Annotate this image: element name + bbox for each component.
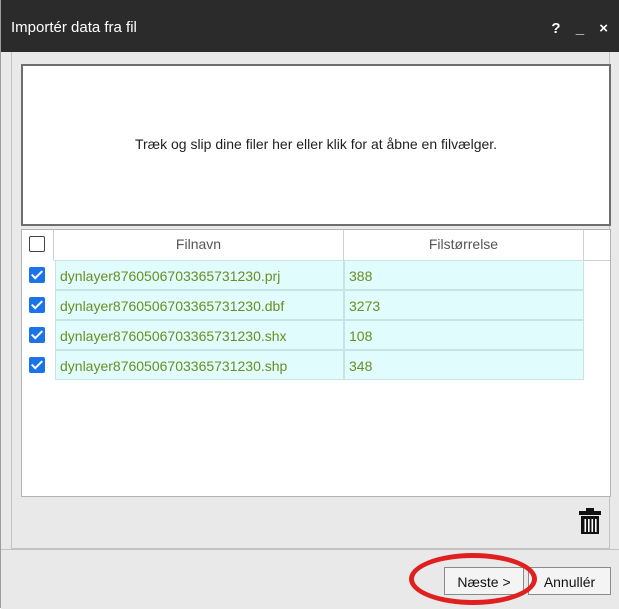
row-checkbox[interactable] (29, 357, 45, 373)
next-button[interactable]: Næste > (444, 567, 524, 595)
help-button[interactable]: ? (551, 20, 562, 37)
cancel-button[interactable]: Annullér (528, 567, 611, 595)
filename-cell: dynlayer8760506703365731230.prj (55, 260, 344, 290)
row-check-cell (22, 350, 54, 380)
column-header-spacer (584, 230, 610, 260)
column-header-filesize[interactable]: Filstørrelse (344, 230, 584, 260)
file-drop-zone[interactable]: Træk og slip dine filer her eller klik f… (21, 64, 611, 226)
select-all-checkbox[interactable] (29, 236, 45, 252)
table-row[interactable]: dynlayer8760506703365731230.shp 348 (22, 350, 610, 380)
row-checkbox[interactable] (29, 297, 45, 313)
row-check-cell (22, 260, 54, 290)
table-row[interactable]: dynlayer8760506703365731230.prj 388 (22, 260, 610, 290)
minimize-button[interactable]: _ (576, 20, 586, 37)
filename-cell: dynlayer8760506703365731230.shx (55, 320, 344, 350)
window-controls: ? _ × (544, 20, 610, 37)
filename-cell: dynlayer8760506703365731230.dbf (55, 290, 344, 320)
dialog-title: Importér data fra fil (11, 19, 137, 36)
close-button[interactable]: × (599, 20, 610, 37)
table-header: Filnavn Filstørrelse (22, 230, 610, 261)
row-check-cell (22, 290, 54, 320)
row-check-cell (22, 320, 54, 350)
filesize-cell: 108 (344, 320, 584, 350)
dialog-footer: Næste > Annullér (1, 549, 619, 609)
filename-cell: dynlayer8760506703365731230.shp (55, 350, 344, 380)
filesize-cell: 388 (344, 260, 584, 290)
table-row[interactable]: dynlayer8760506703365731230.shx 108 (22, 320, 610, 350)
title-bar[interactable]: Importér data fra fil ? _ × (1, 0, 619, 52)
column-header-filename[interactable]: Filnavn (54, 230, 344, 260)
row-checkbox[interactable] (29, 327, 45, 343)
file-table: Filnavn Filstørrelse dynlayer87605067033… (21, 229, 611, 497)
filesize-cell: 348 (344, 350, 584, 380)
trash-icon[interactable] (578, 507, 602, 535)
select-all-cell (22, 230, 54, 260)
import-dialog: Importér data fra fil ? _ × Træk og slip… (0, 0, 619, 609)
row-checkbox[interactable] (29, 267, 45, 283)
table-row[interactable]: dynlayer8760506703365731230.dbf 3273 (22, 290, 610, 320)
drop-zone-instruction: Træk og slip dine filer her eller klik f… (134, 136, 498, 152)
filesize-cell: 3273 (344, 290, 584, 320)
